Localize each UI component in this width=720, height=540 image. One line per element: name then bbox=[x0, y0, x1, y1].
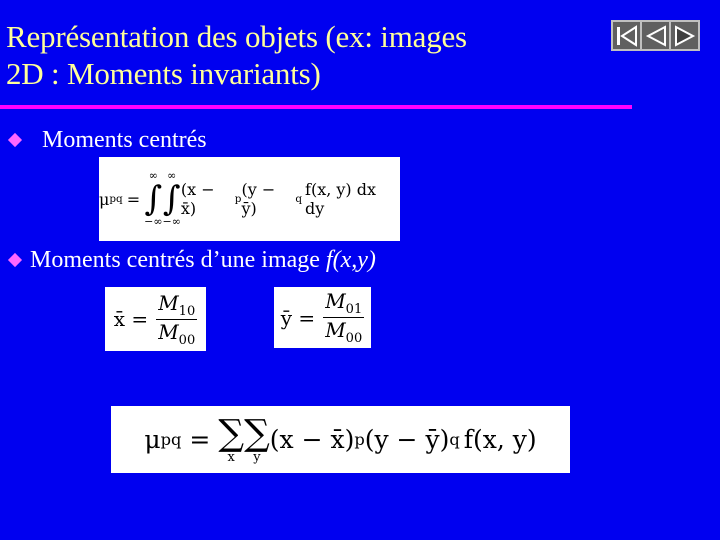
eq-term: (x − x̄) bbox=[180, 180, 215, 218]
sum-y: ∑ y bbox=[244, 412, 270, 465]
first-slide-icon bbox=[616, 24, 637, 47]
num-sub: 10 bbox=[178, 303, 196, 319]
den-sub: 00 bbox=[178, 332, 196, 348]
eq-lhs: ȳ = bbox=[280, 305, 316, 330]
eq-term: f(x, y) bbox=[463, 425, 537, 454]
eq-sign: = bbox=[189, 425, 211, 454]
sum-symbol: ∑ bbox=[218, 412, 245, 454]
integral-inner: ∞ ∫ −∞ bbox=[163, 170, 181, 228]
first-slide-button[interactable] bbox=[612, 21, 641, 50]
numerator: M10 bbox=[156, 290, 198, 320]
eq-exp: p bbox=[354, 430, 365, 449]
diamond-bullet-icon bbox=[7, 252, 23, 268]
equation-central-moment-discrete: μ pq = ∑ x ∑ y (x − x̄) p (y − ȳ) q f(x, y) bbox=[111, 406, 570, 473]
bullet-italic: f(x,y) bbox=[325, 247, 376, 273]
title-divider bbox=[0, 105, 632, 109]
slide-navigation bbox=[611, 20, 700, 51]
bullet-text: Moments centrés bbox=[42, 127, 207, 153]
eq-exp: q bbox=[295, 193, 303, 205]
fraction: M01 M00 bbox=[323, 289, 365, 346]
den-var: M bbox=[325, 318, 346, 342]
int-lower: −∞ bbox=[144, 215, 163, 228]
denominator: M00 bbox=[325, 318, 362, 346]
eq-lhs: x̄ = bbox=[113, 307, 149, 331]
bullet-text: Moments centrés d’une image bbox=[30, 247, 320, 273]
eq-sign: = bbox=[126, 189, 141, 209]
eq-lhs-sub: pq bbox=[160, 430, 182, 449]
int-lower: −∞ bbox=[162, 215, 181, 228]
slide-title: Représentation des objets (ex: images 2D… bbox=[6, 18, 467, 92]
sum-symbol: ∑ bbox=[244, 412, 270, 454]
previous-slide-icon bbox=[645, 24, 666, 47]
bullet-item: Moments centrés d’une image f(x,y) bbox=[6, 246, 376, 274]
equation-ybar: ȳ = M01 M00 bbox=[274, 287, 371, 348]
bullet-item: Moments centrés bbox=[6, 126, 207, 154]
previous-slide-button[interactable] bbox=[641, 21, 670, 50]
diamond-bullet-icon bbox=[7, 132, 23, 148]
num-sub: 01 bbox=[345, 302, 363, 317]
numerator: M01 bbox=[323, 289, 365, 318]
equation-central-moment-continuous: μ pq = ∞ ∫ −∞ ∞ ∫ −∞ (x − x̄) p (y − ȳ) q f… bbox=[99, 157, 400, 241]
title-line-1: Représentation des objets (ex: images bbox=[6, 19, 467, 54]
int-symbol: ∫ bbox=[144, 179, 163, 219]
eq-term: (y − ȳ) bbox=[241, 180, 276, 218]
integral-outer: ∞ ∫ −∞ bbox=[144, 170, 162, 228]
eq-term: (y − ȳ) bbox=[364, 425, 450, 454]
sum-x: ∑ x bbox=[218, 412, 245, 465]
den-var: M bbox=[158, 319, 179, 344]
eq-term: (x − x̄) bbox=[269, 425, 355, 454]
den-sub: 00 bbox=[345, 331, 363, 346]
fraction: M10 M00 bbox=[156, 290, 198, 348]
eq-term: f(x, y) dx dy bbox=[305, 180, 377, 218]
eq-lhs: μ bbox=[144, 425, 161, 454]
title-line-2: 2D : Moments invariants) bbox=[6, 56, 321, 91]
eq-lhs-sub: pq bbox=[109, 193, 123, 205]
int-symbol: ∫ bbox=[162, 179, 181, 219]
denominator: M00 bbox=[158, 320, 195, 348]
next-slide-button[interactable] bbox=[670, 21, 699, 50]
num-var: M bbox=[325, 289, 346, 313]
next-slide-icon bbox=[674, 24, 695, 47]
sum-index: x bbox=[227, 449, 235, 465]
num-var: M bbox=[158, 290, 179, 315]
eq-exp: q bbox=[449, 430, 460, 449]
equation-xbar: x̄ = M10 M00 bbox=[105, 287, 206, 351]
sum-index: y bbox=[253, 449, 261, 465]
eq-lhs: μ bbox=[99, 189, 110, 209]
